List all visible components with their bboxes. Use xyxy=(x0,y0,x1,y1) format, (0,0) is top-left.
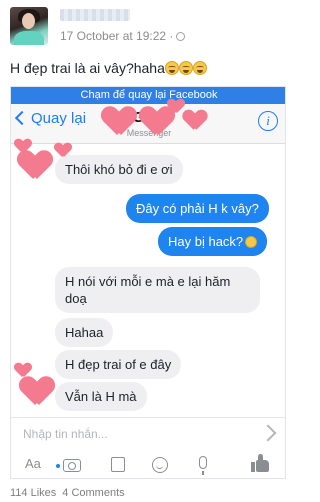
message-bubble-incoming: Thôi khó bỏ đi e ơi xyxy=(55,155,183,184)
text-format-button[interactable]: Aa xyxy=(25,456,41,474)
message-composer: Aa xyxy=(11,417,285,478)
message-text: doạ xyxy=(65,291,87,306)
return-to-facebook-banner[interactable]: Chạm để quay lại Facebook xyxy=(11,87,285,104)
globe-icon xyxy=(176,32,186,41)
heart-sticker-icon xyxy=(103,107,135,135)
post-stats: 114 Likes 4 Comments xyxy=(10,487,125,499)
send-icon[interactable] xyxy=(259,424,277,442)
heart-sticker-icon xyxy=(184,110,206,130)
back-button[interactable]: Quay lại xyxy=(14,110,87,130)
message-bubble-incoming: Vẫn là H mà xyxy=(55,382,147,411)
camera-indicator-dot xyxy=(56,464,60,468)
author-name-blurred[interactable] xyxy=(60,9,130,21)
post-timestamp[interactable]: 17 October at 19:22 · xyxy=(60,29,173,43)
info-button[interactable]: i xyxy=(258,111,278,131)
message-bubble-incoming: H nói với mỗi e mà e lại hăm doạ xyxy=(55,267,260,313)
sticker-icon[interactable] xyxy=(152,457,168,473)
back-label: Quay lại xyxy=(31,110,87,127)
post-text: H đẹp trai là ai vây?haha xyxy=(10,60,207,76)
message-bubble-outgoing: Hay bị hack? xyxy=(158,227,268,256)
chevron-left-icon xyxy=(14,110,30,126)
post-meta: 17 October at 19:22 · xyxy=(60,29,186,43)
heart-sticker-icon xyxy=(21,377,53,405)
message-bubble-outgoing: Đây có phải H k vây? xyxy=(126,194,269,223)
likes-count[interactable]: 114 Likes xyxy=(10,487,56,499)
message-bubble-incoming: Hahaa xyxy=(55,318,114,347)
message-input[interactable] xyxy=(23,424,253,444)
message-bubble-incoming: H đẹp trai of e đây xyxy=(55,350,182,379)
laughing-emoji-icon xyxy=(192,61,207,75)
laughing-emoji-icon xyxy=(164,61,179,75)
post-header: 17 October at 19:22 · xyxy=(0,0,304,54)
heart-sticker-icon xyxy=(168,99,184,113)
heart-sticker-icon xyxy=(19,151,51,179)
sad-emoji-icon xyxy=(245,236,258,248)
heart-sticker-icon xyxy=(55,143,71,157)
message-text: Hay bị hack? xyxy=(168,234,244,249)
messenger-screenshot: Chạm để quay lại Facebook Quay lại G N M… xyxy=(10,86,286,479)
laughing-emoji-icon xyxy=(178,61,193,75)
post-text-body: H đẹp trai là ai vây?haha xyxy=(10,60,165,76)
gallery-icon[interactable] xyxy=(111,457,125,472)
comments-count[interactable]: 4 Comments xyxy=(62,487,124,499)
microphone-icon[interactable] xyxy=(199,456,207,475)
heart-sticker-icon xyxy=(15,363,31,377)
camera-icon[interactable] xyxy=(63,459,81,472)
avatar[interactable] xyxy=(10,7,48,45)
message-text: H nói với mỗi e mà e lại hăm xyxy=(65,274,231,289)
heart-sticker-icon xyxy=(15,139,31,153)
thumbs-up-icon[interactable] xyxy=(251,454,269,472)
